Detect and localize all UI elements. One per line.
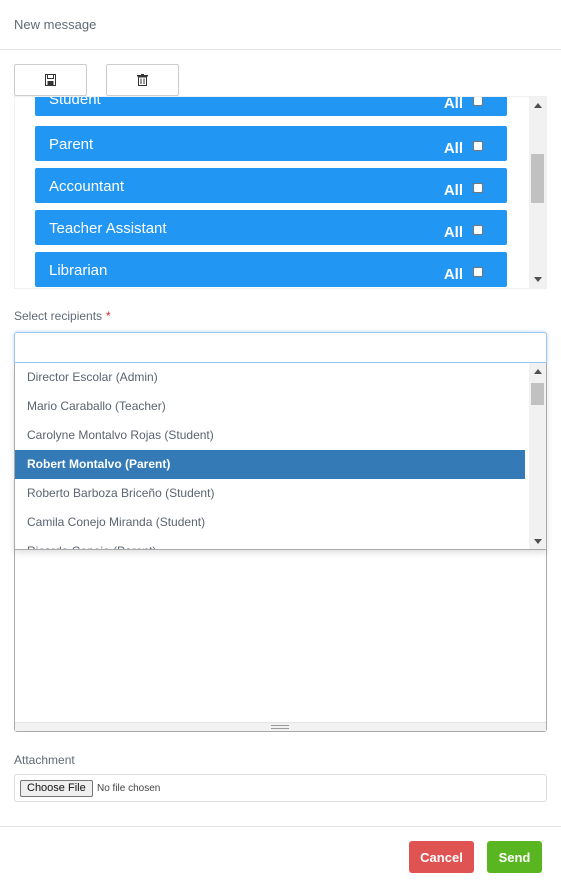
scroll-down-icon[interactable] — [529, 271, 546, 288]
attachment-label: Attachment — [14, 753, 75, 767]
save-button[interactable] — [14, 64, 87, 96]
resize-grip-icon — [271, 725, 289, 729]
role-row-librarian: Librarian All — [35, 252, 507, 287]
trash-icon — [137, 74, 148, 86]
role-group-list[interactable]: Student All Parent All Accountant All Te… — [14, 96, 547, 289]
editor-resize-handle[interactable] — [15, 722, 546, 731]
recipient-dropdown-scrollbar[interactable] — [529, 363, 546, 549]
scroll-down-icon[interactable] — [529, 533, 546, 549]
modal-header: New message — [0, 0, 561, 50]
recipients-label: Select recipients * — [14, 309, 111, 323]
save-icon — [45, 74, 56, 86]
recipient-option-highlighted[interactable]: Robert Montalvo (Parent) — [15, 450, 525, 479]
role-all-label: All — [443, 182, 463, 199]
send-button[interactable]: Send — [487, 841, 542, 873]
role-all-checkbox[interactable] — [473, 141, 483, 151]
recipient-search-input[interactable] — [14, 332, 547, 363]
role-all-label: All — [443, 266, 463, 283]
footer-divider — [0, 826, 561, 827]
recipient-option[interactable]: Camila Conejo Miranda (Student) — [15, 508, 525, 537]
role-row-teacher-assistant: Teacher Assistant All — [35, 210, 507, 245]
role-row-accountant: Accountant All — [35, 168, 507, 203]
recipients-label-text: Select recipients — [14, 309, 103, 323]
role-label: Accountant — [49, 178, 125, 195]
recipient-option[interactable]: Director Escolar (Admin) — [15, 363, 525, 392]
role-all-label: All — [443, 224, 463, 241]
role-all-label: All — [443, 96, 463, 112]
scroll-thumb[interactable] — [531, 154, 544, 203]
recipient-dropdown[interactable]: Director Escolar (Admin) Mario Caraballo… — [14, 363, 547, 550]
role-label: Parent — [49, 136, 94, 153]
role-label: Student — [49, 96, 101, 108]
recipient-option[interactable]: Roberto Barboza Briceño (Student) — [15, 479, 525, 508]
recipient-option[interactable]: Ricardo Conejo (Parent) — [15, 537, 525, 549]
attachment-field: Choose File No file chosen — [14, 774, 547, 802]
role-all-label: All — [443, 140, 463, 157]
role-row-student: Student All — [35, 96, 507, 116]
choose-file-button[interactable]: Choose File — [20, 780, 93, 797]
modal-title: New message — [14, 17, 97, 32]
required-marker: * — [106, 309, 111, 323]
cancel-button[interactable]: Cancel — [409, 841, 474, 873]
role-list-scrollbar[interactable] — [529, 97, 546, 288]
role-all-checkbox[interactable] — [473, 225, 483, 235]
role-label: Librarian — [49, 262, 108, 279]
role-all-checkbox[interactable] — [473, 97, 483, 106]
scroll-up-icon[interactable] — [529, 363, 546, 380]
role-all-checkbox[interactable] — [473, 267, 483, 277]
new-message-modal: New message Student All Parent All Accou… — [0, 0, 561, 880]
scroll-up-icon[interactable] — [529, 97, 546, 114]
role-all-checkbox[interactable] — [473, 183, 483, 193]
delete-button[interactable] — [106, 64, 179, 96]
role-label: Teacher Assistant — [49, 220, 167, 237]
file-status-text: No file chosen — [97, 783, 161, 794]
recipient-option[interactable]: Mario Caraballo (Teacher) — [15, 392, 525, 421]
role-row-parent: Parent All — [35, 126, 507, 161]
recipient-option[interactable]: Carolyne Montalvo Rojas (Student) — [15, 421, 525, 450]
scroll-thumb[interactable] — [531, 383, 544, 405]
